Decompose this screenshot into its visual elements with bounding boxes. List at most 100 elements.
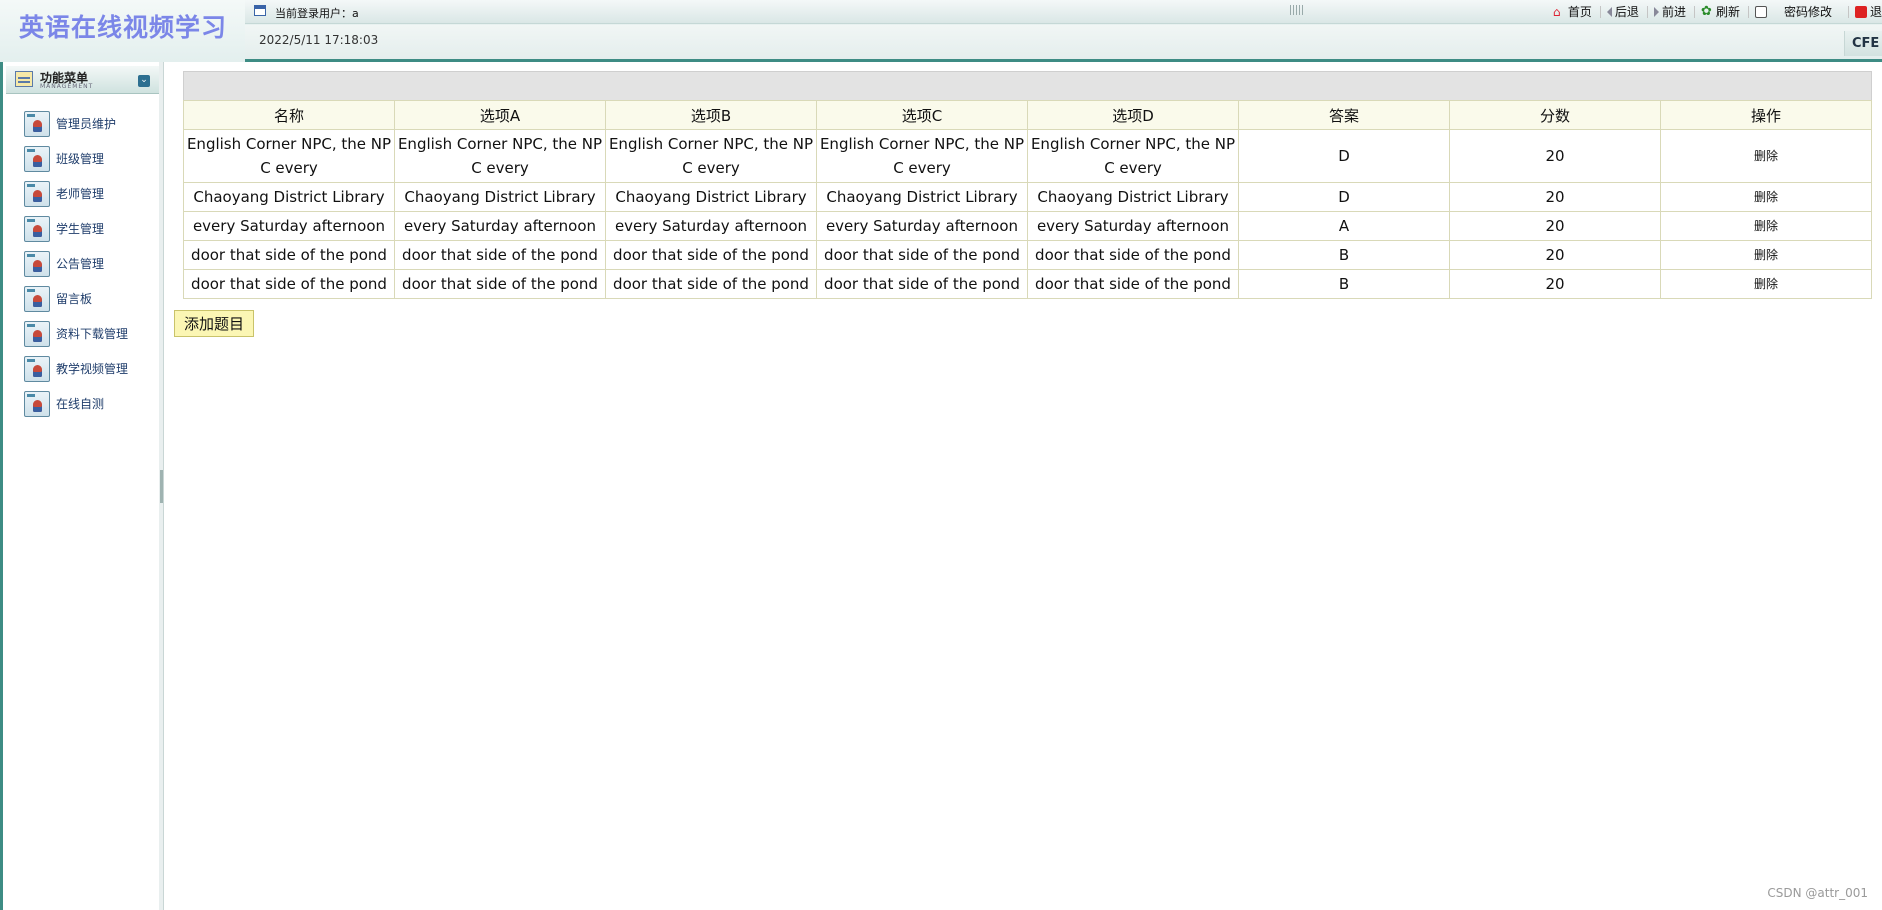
sidebar-item-notice[interactable]: 公告管理 — [3, 246, 128, 281]
sidebar-item-videos[interactable]: 教学视频管理 — [3, 351, 128, 386]
column-header: 答案 — [1238, 100, 1450, 130]
user-card-icon — [24, 110, 50, 137]
table-cell: Chaoyang District Library — [394, 182, 606, 212]
sidebar-item-teacher[interactable]: 老师管理 — [3, 176, 128, 211]
current-datetime: 2022/5/11 17:18:03 — [259, 33, 379, 47]
delete-link[interactable]: 删除 — [1660, 129, 1872, 183]
table-cell: 20 — [1449, 269, 1661, 299]
exit-icon — [1854, 5, 1867, 18]
table-cell: Chaoyang District Library — [816, 182, 1028, 212]
corner-label: CFE — [1844, 31, 1882, 56]
column-header: 分数 — [1449, 100, 1661, 130]
column-header: 选项A — [394, 100, 606, 130]
column-header: 名称 — [183, 100, 395, 130]
table-cell: every Saturday afternoon — [183, 211, 395, 241]
change-password-button[interactable]: 密码修改 — [1754, 3, 1832, 20]
sidebar-item-message-board[interactable]: 留言板 — [3, 281, 128, 316]
forward-button[interactable]: 前进 — [1653, 3, 1686, 20]
sidebar-item-admin[interactable]: 管理员维护 — [3, 106, 128, 141]
table-cell: every Saturday afternoon — [394, 211, 606, 241]
delete-link[interactable]: 删除 — [1660, 269, 1872, 299]
table-cell: English Corner NPC, the NPC every — [605, 129, 817, 183]
splitter-handle[interactable] — [160, 470, 163, 503]
table-cell: door that side of the pond — [183, 269, 395, 299]
divider — [1847, 5, 1849, 18]
delete-link[interactable]: 删除 — [1660, 240, 1872, 270]
edit-password-icon — [1754, 5, 1767, 18]
menu-subtitle: MANAGEMENT — [40, 83, 94, 90]
table-cell: A — [1238, 211, 1450, 241]
table-cell: English Corner NPC, the NPC every — [394, 129, 606, 183]
back-button[interactable]: 后退 — [1606, 3, 1639, 20]
table-cell: door that side of the pond — [816, 240, 1028, 270]
table-cell: door that side of the pond — [183, 240, 395, 270]
table-row: door that side of the pond door that sid… — [183, 269, 1872, 299]
menu-book-icon — [15, 71, 33, 87]
user-card-icon — [24, 320, 50, 347]
table-cell: door that side of the pond — [394, 269, 606, 299]
top-header: 英语在线视频学习 当前登录用户：a ⌂ 首页 后退 前进 ✿ 刷新 密码修改 退… — [0, 0, 1882, 62]
collapse-icon[interactable]: ⌄ — [138, 75, 150, 87]
table-cell: door that side of the pond — [1027, 269, 1239, 299]
divider — [1747, 5, 1749, 18]
date-bar: 2022/5/11 17:18:03 CFE — [245, 25, 1882, 62]
divider — [1693, 5, 1695, 18]
user-card-icon — [24, 285, 50, 312]
column-header: 选项B — [605, 100, 817, 130]
window-icon — [254, 5, 266, 16]
table-caption-bar — [183, 71, 1872, 101]
toolbar-actions: ⌂ 首页 后退 前进 ✿ 刷新 密码修改 退 — [1553, 3, 1882, 20]
delete-link[interactable]: 删除 — [1660, 211, 1872, 241]
column-header: 选项D — [1027, 100, 1239, 130]
table-cell: 20 — [1449, 211, 1661, 241]
sidebar: 功能菜单 MANAGEMENT ⌄ 管理员维护 班级管理 老师管理 学生管理 公… — [3, 62, 160, 910]
user-card-icon — [24, 180, 50, 207]
table-cell: door that side of the pond — [1027, 240, 1239, 270]
table-cell: door that side of the pond — [605, 269, 817, 299]
exit-button[interactable]: 退 — [1854, 3, 1882, 20]
user-card-icon — [24, 250, 50, 277]
refresh-icon: ✿ — [1700, 3, 1712, 19]
table-cell: every Saturday afternoon — [605, 211, 817, 241]
table-cell: door that side of the pond — [816, 269, 1028, 299]
table-cell: 20 — [1449, 182, 1661, 212]
table-cell: English Corner NPC, the NPC every — [816, 129, 1028, 183]
table-cell: B — [1238, 240, 1450, 270]
delete-link[interactable]: 删除 — [1660, 182, 1872, 212]
menu-list: 管理员维护 班级管理 老师管理 学生管理 公告管理 留言板 资料下载管理 教学视… — [3, 106, 128, 421]
sidebar-item-class[interactable]: 班级管理 — [3, 141, 128, 176]
drag-handle[interactable] — [1290, 5, 1304, 15]
table-cell: Chaoyang District Library — [605, 182, 817, 212]
table-row: Chaoyang District Library Chaoyang Distr… — [183, 182, 1872, 212]
table-cell: Chaoyang District Library — [1027, 182, 1239, 212]
top-toolbar: 当前登录用户：a ⌂ 首页 后退 前进 ✿ 刷新 密码修改 退 — [245, 0, 1882, 24]
sidebar-item-downloads[interactable]: 资料下载管理 — [3, 316, 128, 351]
table-cell: B — [1238, 269, 1450, 299]
user-card-icon — [24, 145, 50, 172]
forward-arrow-icon — [1653, 6, 1659, 17]
sidebar-item-self-test[interactable]: 在线自测 — [3, 386, 128, 421]
table-row: English Corner NPC, the NPC every Englis… — [183, 129, 1872, 183]
logo-area: 英语在线视频学习 — [0, 0, 245, 62]
user-card-icon — [24, 355, 50, 382]
table-cell: D — [1238, 182, 1450, 212]
column-header: 选项C — [816, 100, 1028, 130]
current-user: 当前登录用户：a — [275, 7, 359, 20]
table-row: door that side of the pond door that sid… — [183, 240, 1872, 270]
table-cell: 20 — [1449, 240, 1661, 270]
watermark: CSDN @attr_001 — [1767, 886, 1868, 900]
main-content: 名称 选项A 选项B 选项C 选项D 答案 分数 操作 English Corn… — [174, 62, 1882, 910]
home-button[interactable]: ⌂ 首页 — [1553, 3, 1592, 20]
refresh-button[interactable]: ✿ 刷新 — [1701, 3, 1740, 20]
sidebar-item-student[interactable]: 学生管理 — [3, 211, 128, 246]
column-header: 操作 — [1660, 100, 1872, 130]
divider — [1646, 5, 1648, 18]
user-card-icon — [24, 390, 50, 417]
add-question-button[interactable]: 添加题目 — [174, 310, 254, 337]
home-icon: ⌂ — [1552, 4, 1561, 19]
table-cell: door that side of the pond — [605, 240, 817, 270]
table-cell: 20 — [1449, 129, 1661, 183]
table-cell: Chaoyang District Library — [183, 182, 395, 212]
app-logo: 英语在线视频学习 — [19, 13, 228, 42]
table-row: every Saturday afternoon every Saturday … — [183, 211, 1872, 241]
